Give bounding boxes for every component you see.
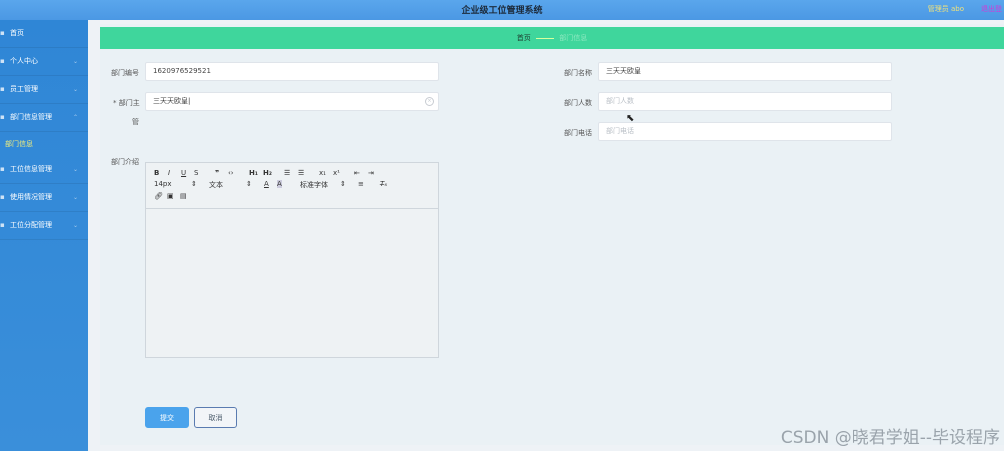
- watermark: CSDN @晓君学姐--毕设程序: [780, 428, 1000, 448]
- usage-icon: ▪: [0, 193, 5, 201]
- subscript-icon[interactable]: x₁: [319, 169, 326, 177]
- chevron-icon: ⇕: [246, 180, 252, 188]
- manager-field[interactable]: 三天天欧皇| ×: [145, 92, 439, 111]
- sidebar-item-label: 工位信息管理: [10, 165, 52, 173]
- quote-icon[interactable]: ❞: [215, 169, 219, 177]
- sidebar-item-label: 员工管理: [10, 85, 38, 93]
- strike-icon[interactable]: S: [194, 169, 198, 177]
- sidebar-item-home[interactable]: ▪ 首页: [0, 20, 88, 48]
- sidebar: ▪ 首页 ▪ 个人中心 ⌄ ▪ 员工管理 ⌄ ▪ 部门信息管理 ⌃ 部门信息 ▪…: [0, 20, 88, 451]
- dept-no-field[interactable]: 1620976529521: [145, 62, 439, 81]
- department-icon: ▪: [0, 113, 5, 121]
- ordered-list-icon[interactable]: ☰: [284, 169, 290, 177]
- font-color-icon[interactable]: A: [264, 180, 269, 188]
- chevron-down-icon: ⌄: [72, 194, 78, 201]
- breadcrumb: 首页 部门信息: [100, 27, 1004, 49]
- outdent-icon[interactable]: ⇤: [354, 169, 360, 177]
- heading2-icon[interactable]: H₂: [263, 169, 272, 177]
- sidebar-item-usage[interactable]: ▪ 使用情况管理 ⌄: [0, 184, 88, 212]
- chevron-down-icon: ⌄: [72, 58, 78, 65]
- heading1-icon[interactable]: H₁: [249, 169, 258, 177]
- sidebar-item-label: 个人中心: [10, 57, 38, 65]
- app-title: 企业级工位管理系统: [461, 6, 543, 16]
- clear-icon[interactable]: ×: [425, 97, 434, 106]
- link-icon[interactable]: 🔗︎: [154, 192, 163, 200]
- clear-format-icon[interactable]: T̶ₓ: [380, 180, 387, 188]
- user-icon: ▪: [0, 57, 5, 65]
- mouse-cursor-icon: ⬉: [626, 113, 635, 124]
- submit-button[interactable]: 提交: [145, 407, 189, 428]
- dept-name-label: 部门名称: [564, 69, 592, 77]
- sidebar-item-profile[interactable]: ▪ 个人中心 ⌄: [0, 48, 88, 76]
- editor-content-area[interactable]: [146, 209, 438, 359]
- indent-icon[interactable]: ⇥: [368, 169, 374, 177]
- staff-icon: ▪: [0, 85, 5, 93]
- allocation-icon: ▪: [0, 221, 5, 229]
- count-label: 部门人数: [564, 99, 592, 107]
- phone-label: 部门电话: [564, 129, 592, 137]
- bullet-list-icon[interactable]: ☰: [298, 169, 304, 177]
- workstation-icon: ▪: [0, 165, 5, 173]
- sidebar-item-label: 部门信息管理: [10, 113, 52, 121]
- align-icon[interactable]: ≡: [358, 180, 364, 188]
- sidebar-item-department[interactable]: ▪ 部门信息管理 ⌃: [0, 104, 88, 132]
- sidebar-subitem-department-info[interactable]: 部门信息: [0, 132, 88, 156]
- sidebar-item-label: 使用情况管理: [10, 193, 52, 201]
- count-field[interactable]: 部门人数: [598, 92, 892, 111]
- font-size-select[interactable]: 14px: [154, 180, 172, 188]
- video-icon[interactable]: ▤: [180, 192, 187, 200]
- sidebar-item-label: 工位分配管理: [10, 221, 52, 229]
- manager-value: 三天天欧皇: [153, 97, 188, 105]
- sidebar-item-workstation[interactable]: ▪ 工位信息管理 ⌄: [0, 156, 88, 184]
- breadcrumb-separator: [536, 37, 554, 39]
- rich-text-editor: B I U S ❞ ‹› H₁ H₂ ☰ ☰ x₁ x¹ ⇤ ⇥ 14px ⇕ …: [145, 162, 439, 358]
- phone-field[interactable]: 部门电话: [598, 122, 892, 141]
- dept-no-label: 部门编号: [111, 69, 139, 77]
- admin-user-label: 管理员 abo: [927, 5, 964, 13]
- chevron-down-icon: ⌄: [72, 222, 78, 229]
- chevron-icon: ⇕: [191, 180, 197, 188]
- manager-label-wrap: 管: [132, 118, 139, 126]
- logout-link[interactable]: 退出登: [981, 4, 1002, 14]
- cancel-button[interactable]: 取消: [194, 407, 237, 428]
- manager-label: * 部门主: [113, 99, 140, 107]
- code-icon[interactable]: ‹›: [228, 169, 234, 177]
- italic-icon[interactable]: I: [168, 169, 170, 177]
- background-color-icon[interactable]: A: [277, 180, 282, 188]
- text-caret: |: [188, 97, 191, 105]
- main-panel: 首页 部门信息 部门编号 1620976529521 * 部门主 管 三天天欧皇…: [100, 24, 1004, 445]
- chevron-down-icon: ⌄: [72, 86, 78, 93]
- breadcrumb-home[interactable]: 首页: [517, 34, 531, 42]
- sidebar-item-staff[interactable]: ▪ 员工管理 ⌄: [0, 76, 88, 104]
- superscript-icon[interactable]: x¹: [333, 169, 340, 177]
- sidebar-item-allocation[interactable]: ▪ 工位分配管理 ⌄: [0, 212, 88, 240]
- underline-icon[interactable]: U: [181, 169, 186, 177]
- chevron-icon: ⇕: [340, 180, 346, 188]
- intro-label: 部门介绍: [111, 158, 139, 166]
- image-icon[interactable]: ▣: [167, 192, 174, 200]
- bold-icon[interactable]: B: [154, 169, 159, 177]
- font-family-select[interactable]: 标准字体: [300, 180, 328, 190]
- home-icon: ▪: [0, 29, 5, 37]
- chevron-up-icon: ⌃: [72, 114, 78, 121]
- text-type-select[interactable]: 文本: [209, 180, 223, 190]
- editor-toolbar: B I U S ❞ ‹› H₁ H₂ ☰ ☰ x₁ x¹ ⇤ ⇥ 14px ⇕ …: [146, 163, 438, 209]
- dept-name-field[interactable]: 三天天欧皇: [598, 62, 892, 81]
- top-bar: 企业级工位管理系统 管理员 abo 退出登: [0, 0, 1004, 20]
- breadcrumb-current: 部门信息: [559, 34, 588, 42]
- sidebar-item-label: 首页: [10, 29, 24, 37]
- chevron-down-icon: ⌄: [72, 166, 78, 173]
